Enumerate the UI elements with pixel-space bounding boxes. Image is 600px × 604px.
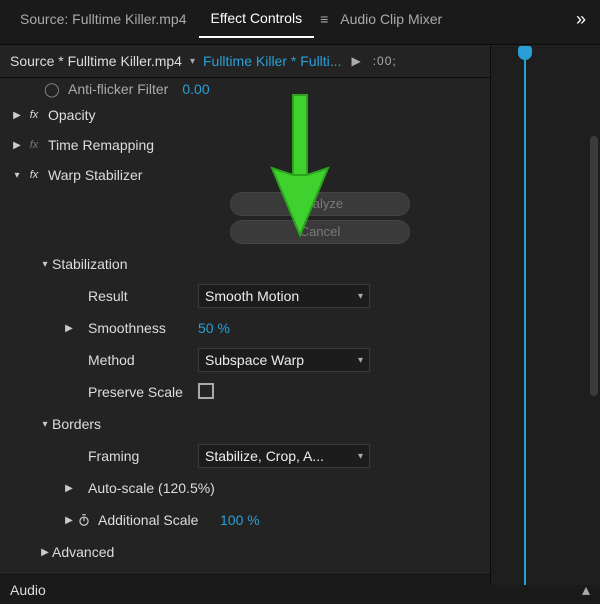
chevron-down-icon: ▾ xyxy=(358,451,363,462)
breadcrumb-source[interactable]: Source * Fulltime Killer.mp4 xyxy=(10,53,182,69)
playhead-handle-icon[interactable] xyxy=(518,46,532,60)
prop-label: Smoothness xyxy=(88,320,198,336)
chevron-right-icon[interactable]: ▶ xyxy=(38,547,52,558)
stopwatch-icon[interactable]: ◯ xyxy=(44,81,64,98)
tab-audio-clip-mixer[interactable]: Audio Clip Mixer xyxy=(328,0,454,38)
playhead[interactable] xyxy=(524,46,526,585)
prop-label: Method xyxy=(88,352,198,368)
analyze-button: Analyze xyxy=(230,192,410,216)
group-label: Borders xyxy=(52,416,192,432)
panel-menu-icon[interactable]: ≡ xyxy=(320,11,328,27)
effect-label: Warp Stabilizer xyxy=(44,167,142,183)
effect-label: Opacity xyxy=(44,107,95,123)
tab-source[interactable]: Source: Fulltime Killer.mp4 xyxy=(8,0,199,38)
prop-label: Preserve Scale xyxy=(88,384,198,400)
chevron-right-icon[interactable]: ▶ xyxy=(62,323,76,334)
chevron-right-icon[interactable]: ▶ xyxy=(10,110,24,121)
chevron-down-icon: ▾ xyxy=(358,291,363,302)
prop-label: Framing xyxy=(88,448,198,464)
prop-label: Auto-scale (120.5%) xyxy=(88,480,228,496)
method-dropdown[interactable]: Subspace Warp ▾ xyxy=(198,348,370,372)
timeline-strip[interactable] xyxy=(490,46,600,585)
chevron-down-icon[interactable]: ▾ xyxy=(38,419,52,430)
anti-flicker-value[interactable]: 0.00 xyxy=(182,81,209,97)
dropdown-value: Stabilize, Crop, A... xyxy=(205,448,324,464)
time-ruler[interactable] xyxy=(491,46,600,68)
play-icon[interactable]: ▶ xyxy=(351,54,360,68)
chevron-right-icon[interactable]: ▶ xyxy=(10,140,24,151)
chevron-down-icon: ▾ xyxy=(358,355,363,366)
smoothness-value[interactable]: 50 % xyxy=(198,320,230,336)
scrollbar-thumb[interactable] xyxy=(590,136,598,396)
dropdown-value: Subspace Warp xyxy=(205,352,304,368)
overflow-icon[interactable]: » xyxy=(570,9,592,30)
group-label: Stabilization xyxy=(52,256,192,272)
group-label: Advanced xyxy=(52,544,192,560)
vertical-scrollbar[interactable] xyxy=(590,126,598,546)
fx-badge-icon[interactable]: fx xyxy=(24,109,44,121)
fx-badge-icon[interactable]: fx xyxy=(24,139,44,151)
effect-label: Time Remapping xyxy=(44,137,154,153)
additional-scale-value[interactable]: 100 % xyxy=(220,512,260,528)
chevron-down-icon[interactable]: ▾ xyxy=(38,259,52,270)
breadcrumb-clip[interactable]: Fulltime Killer * Fullti... xyxy=(203,53,341,69)
prop-label: Additional Scale xyxy=(98,512,220,528)
tab-effect-controls[interactable]: Effect Controls xyxy=(199,0,315,38)
cancel-button: Cancel xyxy=(230,220,410,244)
prop-label: Anti-flicker Filter xyxy=(64,81,168,97)
section-label: Audio xyxy=(10,582,46,598)
result-dropdown[interactable]: Smooth Motion ▾ xyxy=(198,284,370,308)
chevron-down-icon[interactable]: ▾ xyxy=(10,170,24,181)
dropdown-value: Smooth Motion xyxy=(205,288,299,304)
prop-label: Result xyxy=(88,288,198,304)
framing-dropdown[interactable]: Stabilize, Crop, A... ▾ xyxy=(198,444,370,468)
chevron-right-icon[interactable]: ▶ xyxy=(62,483,76,494)
preserve-scale-checkbox[interactable] xyxy=(198,383,214,399)
chevron-right-icon[interactable]: ▶ xyxy=(62,515,76,526)
fx-badge-icon[interactable]: fx xyxy=(24,169,44,181)
chevron-down-icon[interactable]: ▾ xyxy=(190,56,195,67)
timecode: :00; xyxy=(373,54,397,68)
stopwatch-icon[interactable] xyxy=(76,512,92,528)
panel-tabbar: Source: Fulltime Killer.mp4 Effect Contr… xyxy=(0,0,600,38)
